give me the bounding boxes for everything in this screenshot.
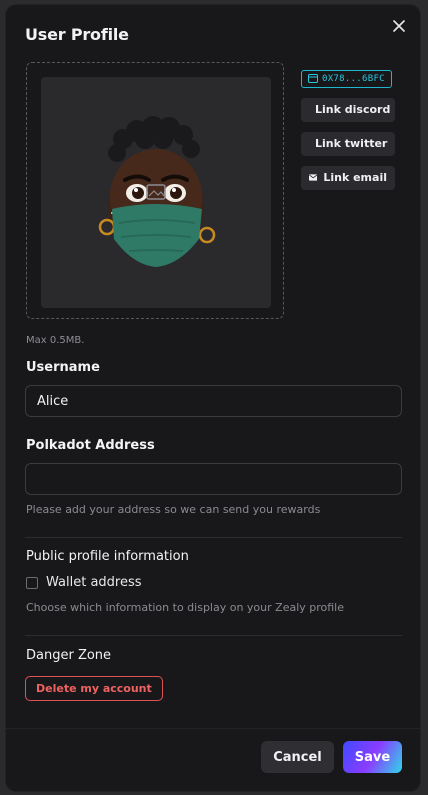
username-input[interactable]: Alice: [25, 385, 402, 417]
upload-size-hint: Max 0.5MB.: [26, 335, 85, 346]
danger-zone-title: Danger Zone: [26, 648, 112, 663]
polkadot-address-help: Please add your address so we can send y…: [26, 503, 321, 516]
wallet-address-text: 0X78...6BFC: [322, 73, 385, 84]
avatar-upload-area[interactable]: [26, 62, 284, 319]
user-profile-modal: User Profile 0X78...6BFC Link discord Li…: [6, 5, 420, 791]
profile-links: 0X78...6BFC Link discord Link twitter Li…: [301, 68, 401, 190]
public-profile-help: Choose which information to display on y…: [26, 601, 345, 614]
username-value: Alice: [37, 393, 69, 409]
wallet-icon: [308, 74, 318, 83]
delete-account-button[interactable]: Delete my account: [25, 676, 163, 701]
close-icon[interactable]: [388, 15, 410, 37]
link-discord-label: Link discord: [315, 103, 391, 116]
cancel-button[interactable]: Cancel: [261, 741, 334, 773]
divider: [25, 537, 402, 538]
wallet-address-option: Wallet address: [26, 575, 142, 590]
polkadot-address-label: Polkadot Address: [26, 438, 155, 453]
wallet-address-chip[interactable]: 0X78...6BFC: [301, 69, 392, 88]
avatar: [41, 77, 271, 308]
link-email-button[interactable]: Link email: [301, 165, 395, 190]
public-profile-title: Public profile information: [26, 549, 189, 564]
link-email-label: Link email: [323, 171, 387, 184]
memoji-avatar-image: [98, 116, 216, 267]
wallet-address-checkbox[interactable]: [26, 576, 38, 589]
username-label: Username: [26, 360, 100, 375]
save-button[interactable]: Save: [343, 741, 402, 773]
modal-title: User Profile: [25, 25, 129, 44]
link-twitter-label: Link twitter: [315, 137, 388, 150]
divider: [25, 635, 402, 636]
link-twitter-button[interactable]: Link twitter: [301, 131, 395, 156]
wallet-address-option-label: Wallet address: [46, 575, 142, 590]
link-discord-button[interactable]: Link discord: [301, 97, 395, 122]
email-icon: [309, 174, 318, 181]
polkadot-address-input[interactable]: [25, 463, 402, 495]
footer-divider: [6, 728, 420, 729]
